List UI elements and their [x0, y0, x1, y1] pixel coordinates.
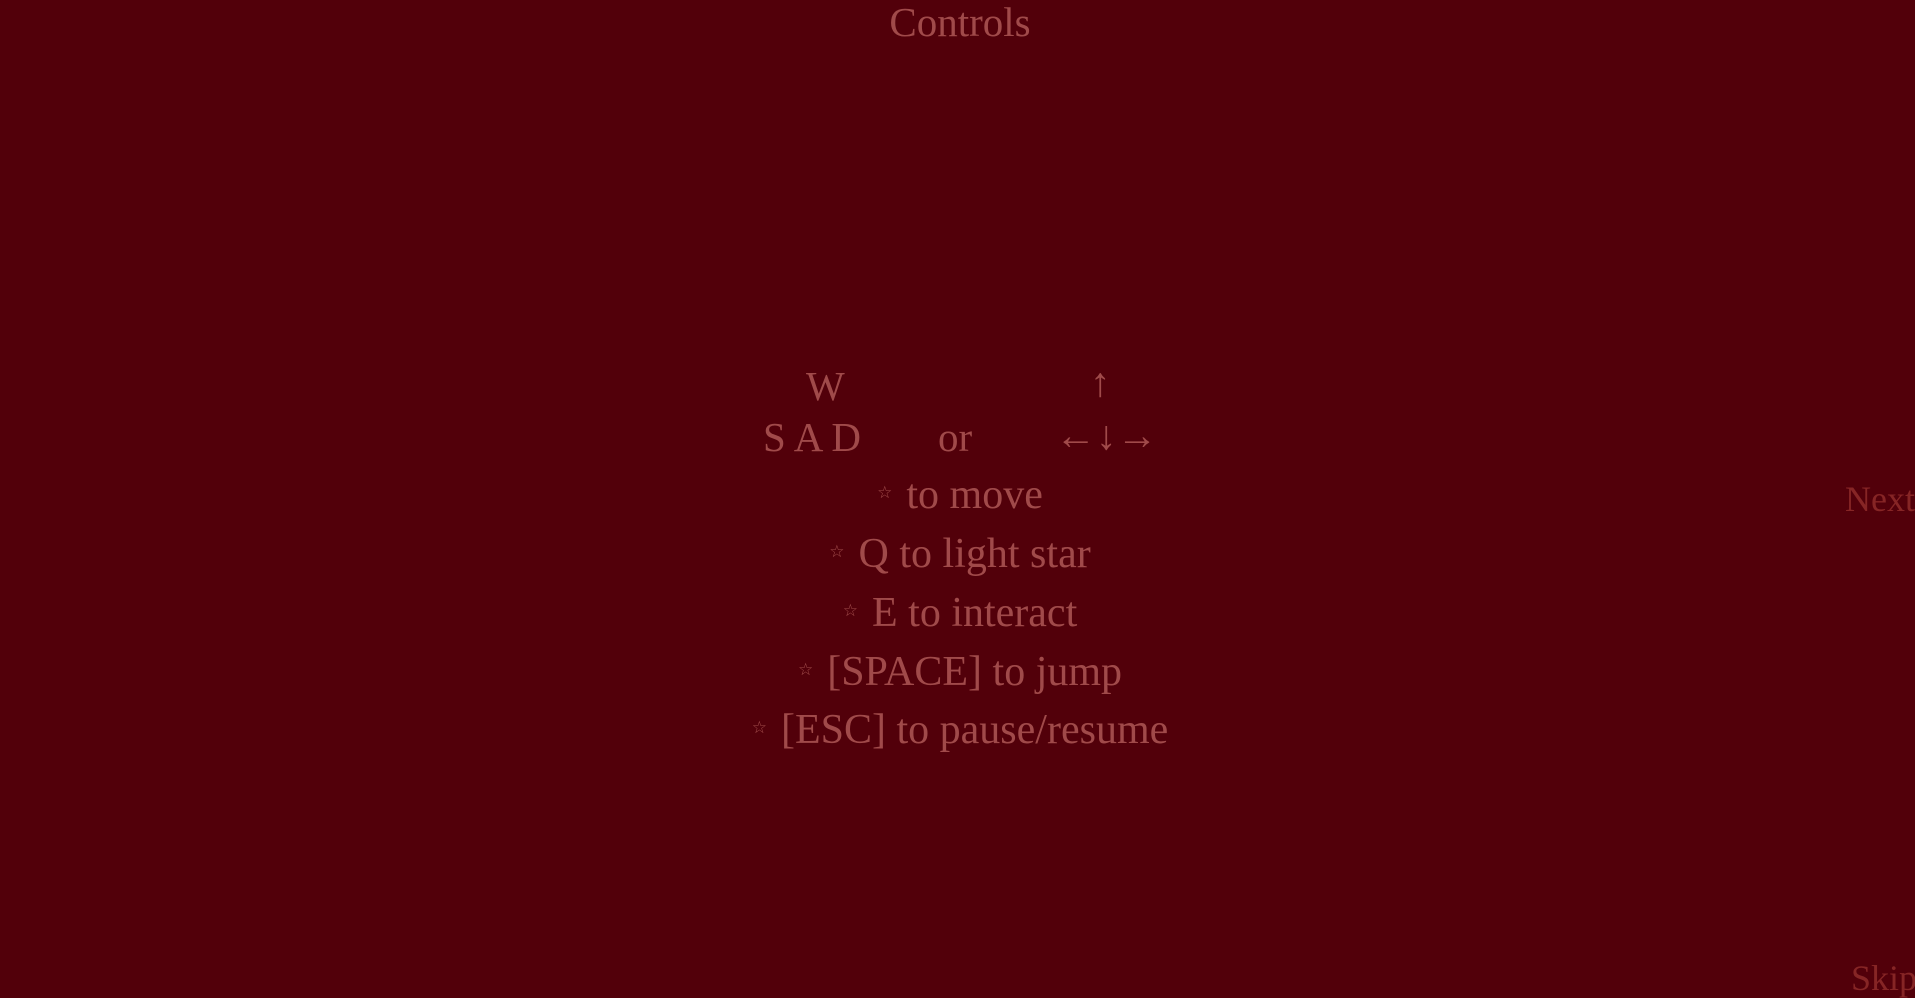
skip-button[interactable]: Skip	[1851, 960, 1915, 996]
control-line-move: ☆ to move	[0, 474, 1915, 516]
control-line-light-star: ☆ Q to light star	[0, 533, 1915, 575]
control-text: to move	[906, 472, 1043, 518]
control-line-pause: ☆ [ESC] to pause/resume	[0, 709, 1915, 751]
page-title: Controls	[889, 0, 1031, 45]
or-label: or	[938, 414, 973, 460]
star-icon: ☆	[829, 541, 845, 561]
control-text: E to interact	[872, 590, 1078, 636]
key-w: W	[806, 363, 845, 409]
control-text: [SPACE] to jump	[827, 649, 1123, 695]
control-text: [ESC] to pause/resume	[781, 707, 1169, 753]
star-icon: ☆	[842, 600, 858, 620]
arrow-up-icon: ↑	[1090, 359, 1111, 405]
next-button[interactable]: Next	[1845, 481, 1915, 517]
keys-sad: S A D	[763, 414, 861, 460]
arrow-keys-icon: ←↓→	[1055, 412, 1158, 458]
star-icon: ☆	[877, 482, 893, 502]
control-text: Q to light star	[858, 531, 1091, 577]
star-icon: ☆	[751, 717, 767, 737]
control-line-interact: ☆ E to interact	[0, 592, 1915, 634]
control-line-jump: ☆ [SPACE] to jump	[0, 651, 1915, 693]
star-icon: ☆	[797, 659, 814, 679]
